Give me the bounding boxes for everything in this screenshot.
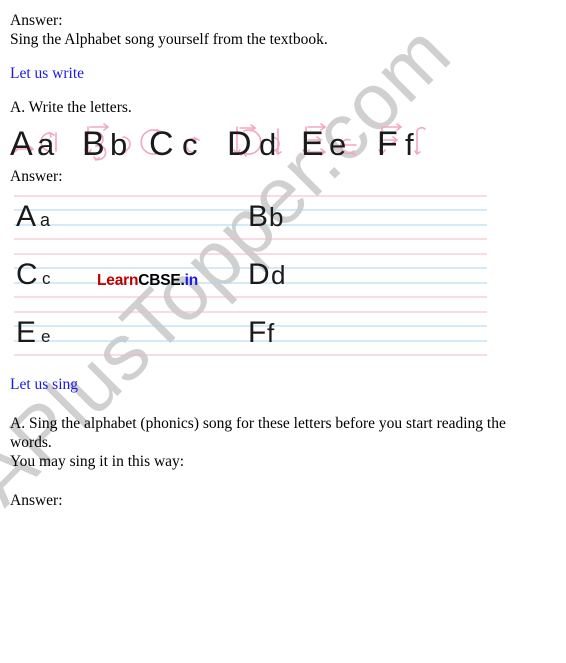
sheet-letter-lower-a: a — [40, 210, 51, 230]
svg-text:f: f — [405, 127, 414, 162]
sheet-letter-upper-B: B — [248, 200, 268, 233]
top-spacer — [0, 0, 566, 11]
alphabet-stroke-guide: A a B b C c D d E e F f — [0, 119, 566, 165]
learncbse-logo-part-learn: Learn — [97, 272, 139, 289]
ruled-writing-sheet-svg: A a B b C c D d E e F f — [14, 195, 487, 356]
learncbse-logo-part-cbse: CBSE. — [138, 272, 185, 289]
svg-text:c: c — [182, 127, 198, 162]
svg-text:E: E — [301, 125, 324, 163]
sheet-letter-lower-f: f — [267, 318, 275, 348]
svg-text:d: d — [259, 127, 276, 162]
sheet-letter-upper-F: F — [248, 316, 266, 349]
spacer-before-answer-3 — [0, 471, 566, 491]
sheet-letter-upper-E: E — [16, 316, 36, 349]
question-sing-line-1: A. Sing the alphabet (phonics) song for … — [10, 415, 506, 432]
svg-text:D: D — [227, 125, 252, 163]
alphabet-guide-letters: A — [10, 125, 33, 163]
svg-text:F: F — [377, 125, 398, 163]
sheet-letter-lower-c: c — [42, 269, 51, 288]
spacer-after-write-heading — [0, 83, 566, 98]
page-content: Answer: Sing the Alphabet song yourself … — [0, 0, 566, 510]
sheet-letter-lower-b: b — [269, 202, 283, 232]
sheet-letter-upper-D: D — [248, 258, 270, 291]
sheet-letter-upper-A: A — [16, 200, 36, 233]
section-heading-let-us-write: Let us write — [10, 65, 85, 82]
learncbse-logo-part-in: in — [184, 272, 199, 289]
sheet-letter-upper-C: C — [16, 258, 38, 291]
svg-text:e: e — [329, 127, 346, 162]
spacer-after-sheet — [0, 364, 566, 375]
sheet-letter-lower-d: d — [271, 260, 285, 290]
answer-label-3: Answer: — [10, 492, 63, 509]
section-heading-let-us-sing: Let us sing — [10, 376, 79, 393]
learncbse-logo-watermark: LearnCBSE.in — [97, 272, 198, 290]
ruled-writing-sheet: A a B b C c D d E e F f — [0, 192, 566, 364]
question-sing-line-2: words. — [10, 434, 52, 451]
sheet-letter-lower-e: e — [41, 327, 50, 346]
alphabet-stroke-guide-svg: A a B b C c D d E e F f — [10, 123, 426, 163]
stroke-arrows-group — [12, 123, 426, 162]
answer-label-2: Answer: — [10, 168, 63, 185]
svg-text:a: a — [37, 127, 55, 162]
svg-text:B: B — [82, 125, 105, 163]
question-sing-line-3: You may sing it in this way: — [10, 453, 185, 470]
answer-text-1: Sing the Alphabet song yourself from the… — [10, 31, 328, 48]
svg-text:C: C — [149, 125, 174, 163]
answer-label-1: Answer: — [10, 12, 63, 29]
svg-text:b: b — [110, 127, 127, 162]
spacer-after-sing-heading — [0, 394, 566, 414]
question-write-the-letters: A. Write the letters. — [10, 99, 132, 116]
spacer-after-answer-1 — [0, 49, 566, 64]
